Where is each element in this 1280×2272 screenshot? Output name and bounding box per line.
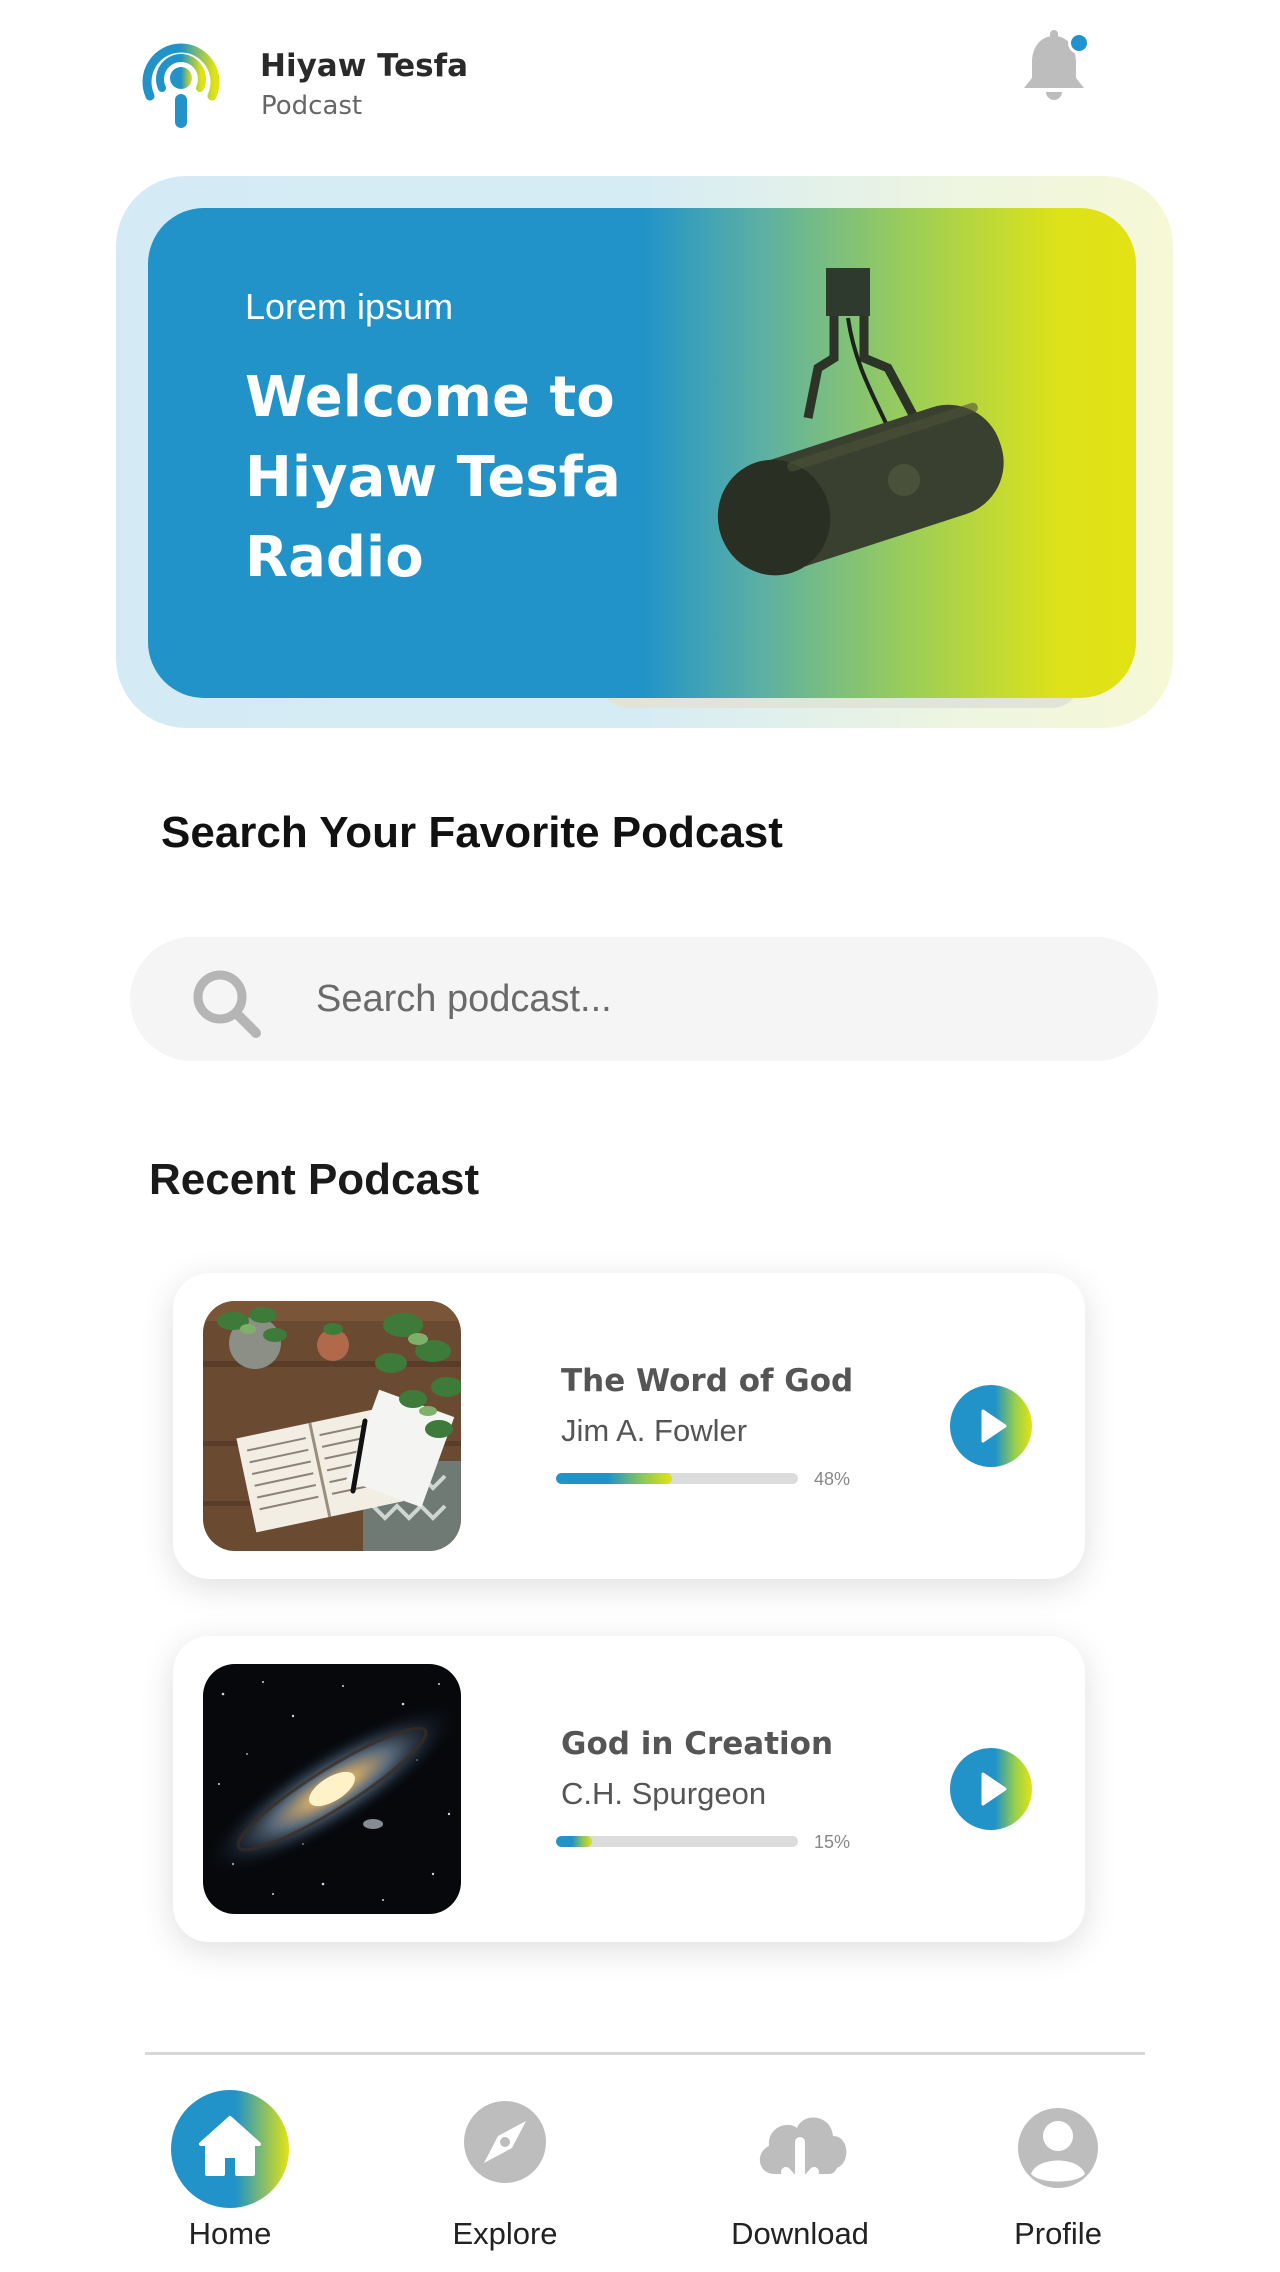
podcast-card[interactable]: The Word of God Jim A. Fowler 48% — [173, 1273, 1085, 1579]
hero-title: Welcome to Hiyaw Tesfa Radio — [245, 365, 621, 590]
progress-percent: 15% — [814, 1832, 851, 1852]
compass-icon — [464, 2101, 546, 2183]
podcast-card[interactable]: God in Creation C.H. Spurgeon 15% — [173, 1636, 1085, 1942]
recent-heading: Recent Podcast — [149, 1155, 480, 1204]
hero-kicker: Lorem ipsum — [245, 286, 454, 327]
play-icon — [981, 1409, 1007, 1443]
play-button[interactable] — [950, 1748, 1032, 1830]
nav-label-explore: Explore — [452, 2216, 558, 2251]
hero-banner: Lorem ipsum Welcome to Hiyaw Tesfa Radio — [148, 208, 1136, 698]
play-icon — [981, 1772, 1007, 1806]
nav-item-download[interactable]: Download — [700, 2090, 900, 2260]
podcast-author: C.H. Spurgeon — [561, 1776, 767, 1811]
podcast-thumbnail — [203, 1664, 461, 1914]
play-button[interactable] — [950, 1385, 1032, 1467]
progress-percent: 48% — [814, 1469, 851, 1489]
podcast-author: Jim A. Fowler — [561, 1413, 748, 1448]
app-header: Hiyaw Tesfa Podcast — [0, 0, 1280, 150]
nav-item-home[interactable]: Home — [130, 2090, 330, 2260]
nav-divider — [145, 2052, 1145, 2055]
nav-label-home: Home — [188, 2216, 272, 2251]
cloud-download-icon — [759, 2117, 847, 2193]
microphone-image — [717, 268, 1004, 576]
progress-fill — [556, 1473, 673, 1484]
nav-item-profile[interactable]: Profile — [958, 2090, 1158, 2260]
app-name: Hiyaw Tesfa — [260, 48, 469, 84]
progress-fill — [556, 1836, 593, 1847]
search-input[interactable] — [316, 937, 1116, 1061]
nav-label-download: Download — [731, 2216, 869, 2251]
nav-label-profile: Profile — [1014, 2216, 1102, 2251]
search-icon — [193, 970, 261, 1038]
podcast-title: God in Creation — [561, 1726, 834, 1762]
user-icon — [1018, 2108, 1098, 2188]
podcast-logo-icon — [142, 43, 220, 128]
notification-dot — [1068, 32, 1090, 54]
podcast-thumbnail — [203, 1301, 461, 1551]
home-icon — [171, 2090, 289, 2208]
app-subtitle: Podcast — [261, 91, 363, 121]
progress-bar — [556, 1836, 798, 1847]
nav-item-explore[interactable]: Explore — [405, 2090, 605, 2260]
search-heading: Search Your Favorite Podcast — [161, 808, 783, 857]
progress-bar — [556, 1473, 798, 1484]
search-bar[interactable] — [130, 937, 1158, 1061]
podcast-title: The Word of God — [561, 1363, 854, 1399]
